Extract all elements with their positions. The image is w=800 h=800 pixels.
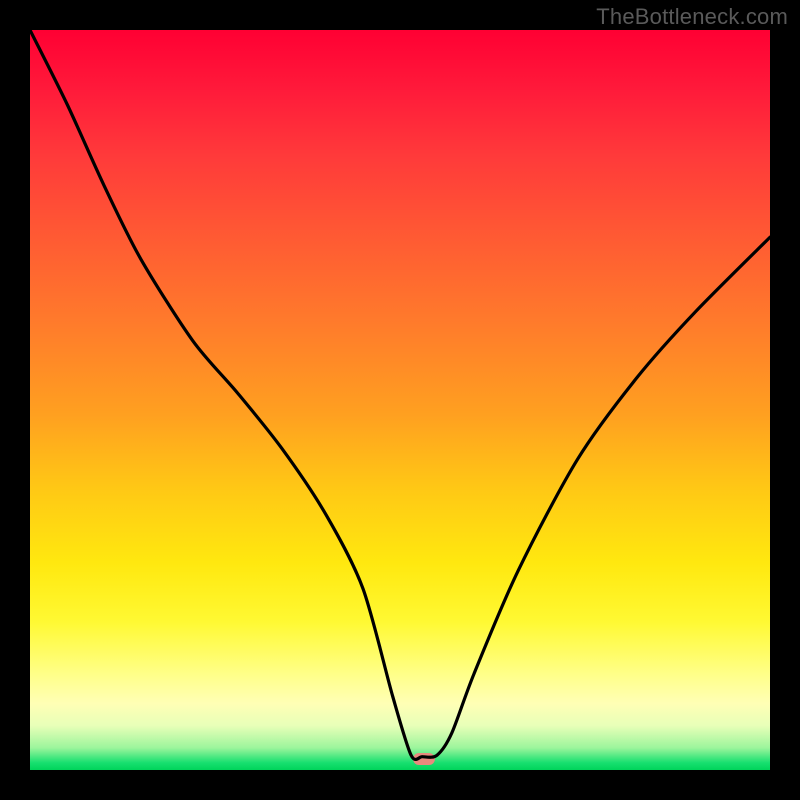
curve-path xyxy=(30,30,770,759)
watermark-text: TheBottleneck.com xyxy=(596,4,788,30)
chart-frame: TheBottleneck.com xyxy=(0,0,800,800)
plot-area xyxy=(30,30,770,770)
bottleneck-curve xyxy=(30,30,770,770)
